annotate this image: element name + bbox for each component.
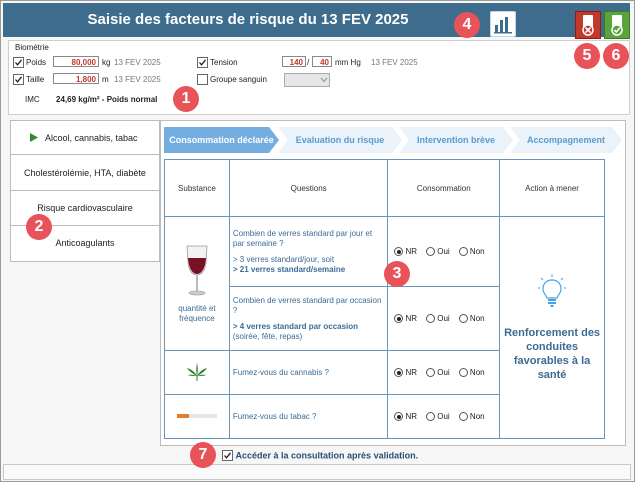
nav-item-label: Alcool, cannabis, tabac xyxy=(45,133,138,143)
poids-date: 13 FEV 2025 xyxy=(114,58,161,67)
radio-non[interactable]: Non xyxy=(458,247,485,257)
category-nav: Alcool, cannabis, tabac Cholestérolémie,… xyxy=(10,120,160,262)
radio-non[interactable]: Non xyxy=(458,368,485,378)
cancel-icon xyxy=(582,15,594,36)
lightbulb-icon xyxy=(538,273,567,307)
step-consommation[interactable]: Consommation déclarée xyxy=(164,127,279,153)
answer-radios: NR Oui Non xyxy=(387,286,501,351)
question-text: Combien de verres standard par jour et p… xyxy=(232,228,373,248)
question-verres-jour: Combien de verres standard par jour et p… xyxy=(228,216,389,287)
title-bar: Saisie des facteurs de risque du 13 FEV … xyxy=(3,3,630,39)
answer-radios: NR Oui Non xyxy=(387,350,501,395)
taille-date: 13 FEV 2025 xyxy=(114,75,161,84)
marker-7: 7 xyxy=(190,442,216,468)
bar-chart-icon xyxy=(494,17,512,34)
nav-item-alcool[interactable]: Alcool, cannabis, tabac xyxy=(11,121,159,155)
radio-oui[interactable]: Oui xyxy=(426,314,450,324)
wine-glass-icon xyxy=(186,245,208,295)
marker-1: 1 xyxy=(173,86,199,112)
substance-cannabis xyxy=(164,350,230,395)
step-accompagnement[interactable]: Accompagnement xyxy=(510,127,622,153)
tension-systolic-input[interactable]: 140 xyxy=(282,56,306,67)
imc-label: IMC xyxy=(25,95,40,104)
nav-item-label: Risque cardiovasculaire xyxy=(37,203,133,213)
nav-item-label: Cholestérolémie, HTA, diabète xyxy=(24,168,146,178)
taille-unit: m xyxy=(102,75,109,84)
radio-oui[interactable]: Oui xyxy=(426,368,450,378)
radio-nr[interactable]: NR xyxy=(394,412,417,422)
substance-alcool: quantité et fréquence xyxy=(164,216,230,351)
marker-5: 5 xyxy=(574,43,600,69)
taille-label: Taille xyxy=(26,75,45,84)
question-hint: (soirée, fête, repas) xyxy=(232,331,303,341)
question-text: Combien de verres standard par occasion … xyxy=(232,295,382,315)
step-intervention[interactable]: Intervention brève xyxy=(399,127,513,153)
tension-diastolic-input[interactable]: 40 xyxy=(312,56,332,67)
biometrics-panel: Biométrie Poids 80,000 kg 13 FEV 2025 Ta… xyxy=(8,40,630,115)
question-cannabis: Fumez-vous du cannabis ? xyxy=(228,350,389,395)
question-threshold: > 4 verres standard par occasion xyxy=(232,321,359,331)
tension-checkbox[interactable] xyxy=(197,57,208,68)
groupe-label: Groupe sanguin xyxy=(210,75,267,84)
imc-value: 24,69 kg/m² - Poids normal xyxy=(56,95,158,104)
cannabis-leaf-icon xyxy=(186,362,207,381)
poids-label: Poids xyxy=(26,58,47,67)
play-arrow-icon xyxy=(30,133,38,142)
validate-icon xyxy=(611,15,623,36)
validate-button[interactable] xyxy=(604,11,630,39)
poids-unit: kg xyxy=(102,58,111,67)
radio-nr[interactable]: NR xyxy=(394,314,417,324)
header-consommation: Consommation xyxy=(387,159,501,217)
open-consultation-label: Accéder à la consultation après validati… xyxy=(235,450,419,461)
step-evaluation[interactable]: Evaluation du risque xyxy=(278,127,402,153)
answer-radios: NR Oui Non xyxy=(387,394,501,439)
poids-input[interactable]: 80,000 xyxy=(53,56,99,67)
poids-checkbox[interactable] xyxy=(13,57,24,68)
nav-item-cholesterol[interactable]: Cholestérolémie, HTA, diabète xyxy=(11,156,159,191)
radio-non[interactable]: Non xyxy=(458,412,485,422)
action-cell: Renforcement des conduites favorables à … xyxy=(499,216,605,439)
radio-oui[interactable]: Oui xyxy=(426,412,450,422)
window-title: Saisie des facteurs de risque du 13 FEV … xyxy=(87,11,409,28)
taille-input[interactable]: 1,800 xyxy=(53,73,99,84)
questions-table: Substance Questions Consommation Action … xyxy=(164,159,605,439)
cancel-button[interactable] xyxy=(575,11,601,39)
groupe-select[interactable] xyxy=(284,73,330,87)
taille-checkbox[interactable] xyxy=(13,74,24,85)
action-text: Renforcement des conduites favorables à … xyxy=(504,326,601,381)
tension-unit: mm Hg xyxy=(335,58,361,67)
tension-date: 13 FEV 2025 xyxy=(371,58,418,67)
header-action: Action à mener xyxy=(499,159,605,217)
question-tabac: Fumez-vous du tabac ? xyxy=(228,394,389,439)
biometrics-heading: Biométrie xyxy=(15,43,49,52)
radio-oui[interactable]: Oui xyxy=(426,247,450,257)
tension-separator: / xyxy=(307,58,310,67)
radio-nr[interactable]: NR xyxy=(394,247,417,257)
status-bar xyxy=(3,464,631,480)
marker-2: 2 xyxy=(26,214,52,240)
marker-3: 3 xyxy=(384,261,410,287)
open-consultation-checkbox[interactable] xyxy=(222,450,233,462)
cigarette-icon xyxy=(176,413,217,418)
chart-button[interactable] xyxy=(490,11,516,37)
marker-4: 4 xyxy=(454,12,480,38)
header-questions: Questions xyxy=(228,159,389,217)
nav-item-label: Anticoagulants xyxy=(55,238,115,248)
question-verres-occasion: Combien de verres standard par occasion … xyxy=(228,286,389,351)
radio-non[interactable]: Non xyxy=(458,314,485,324)
question-threshold: > 21 verres standard/semaine xyxy=(232,264,346,274)
chevron-down-icon xyxy=(320,77,328,83)
question-hint: > 3 verres standard/jour, soit xyxy=(232,254,335,264)
radio-nr[interactable]: NR xyxy=(394,368,417,378)
open-consultation-option[interactable]: Accéder à la consultation après validati… xyxy=(222,450,419,462)
tension-label: Tension xyxy=(210,58,238,67)
substance-tabac xyxy=(164,394,230,439)
groupe-checkbox[interactable] xyxy=(197,74,208,85)
marker-6: 6 xyxy=(603,43,629,69)
header-substance: Substance xyxy=(164,159,230,217)
substance-label: quantité et fréquence xyxy=(178,303,216,323)
